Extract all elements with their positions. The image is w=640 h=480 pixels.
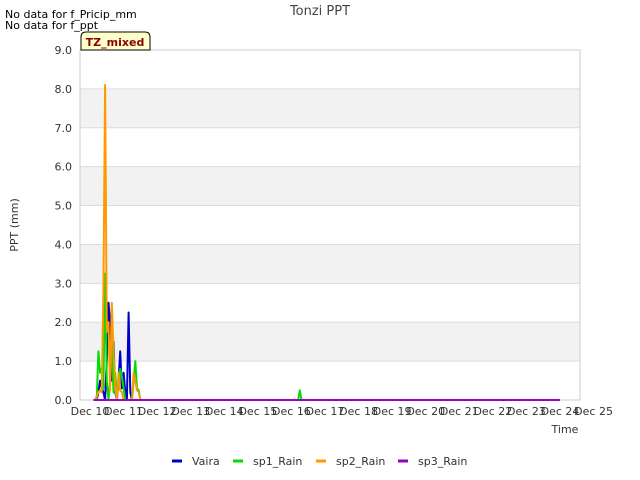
chart-title: Tonzi PPT [289, 4, 350, 19]
badge-label: TZ_mixed [86, 36, 145, 49]
legend-label: sp2_Rain [336, 455, 385, 468]
y-tick-label: 3.0 [55, 277, 73, 290]
y-tick-label: 7.0 [55, 122, 73, 135]
x-tick-label: Dec 25 [574, 405, 613, 418]
legend: Vaira sp1_Rain sp2_Rain sp3_Rain [172, 455, 467, 468]
y-tick-label: 1.0 [55, 355, 73, 368]
y-tick-label: 6.0 [55, 161, 73, 174]
legend-label: sp3_Rain [418, 455, 467, 468]
y-tick-label: 2.0 [55, 316, 73, 329]
ppt-chart: 0.01.02.03.04.05.06.07.08.09.0 Dec 10Dec… [8, 4, 613, 468]
y-tick-label: 0.0 [55, 394, 73, 407]
x-axis-label: Time [551, 423, 579, 436]
legend-label: sp1_Rain [253, 455, 302, 468]
y-axis-label: PPT (mm) [8, 198, 21, 252]
y-tick-label: 4.0 [55, 238, 73, 251]
grid-band [80, 166, 580, 206]
site-badge: TZ_mixed [80, 31, 151, 51]
grid-band [80, 322, 580, 362]
y-tick-label: 5.0 [55, 200, 73, 213]
grid-band [80, 88, 580, 128]
y-tick-label: 9.0 [55, 44, 73, 57]
grid-band [80, 244, 580, 284]
legend-label: Vaira [192, 455, 220, 468]
y-tick-label: 8.0 [55, 83, 73, 96]
